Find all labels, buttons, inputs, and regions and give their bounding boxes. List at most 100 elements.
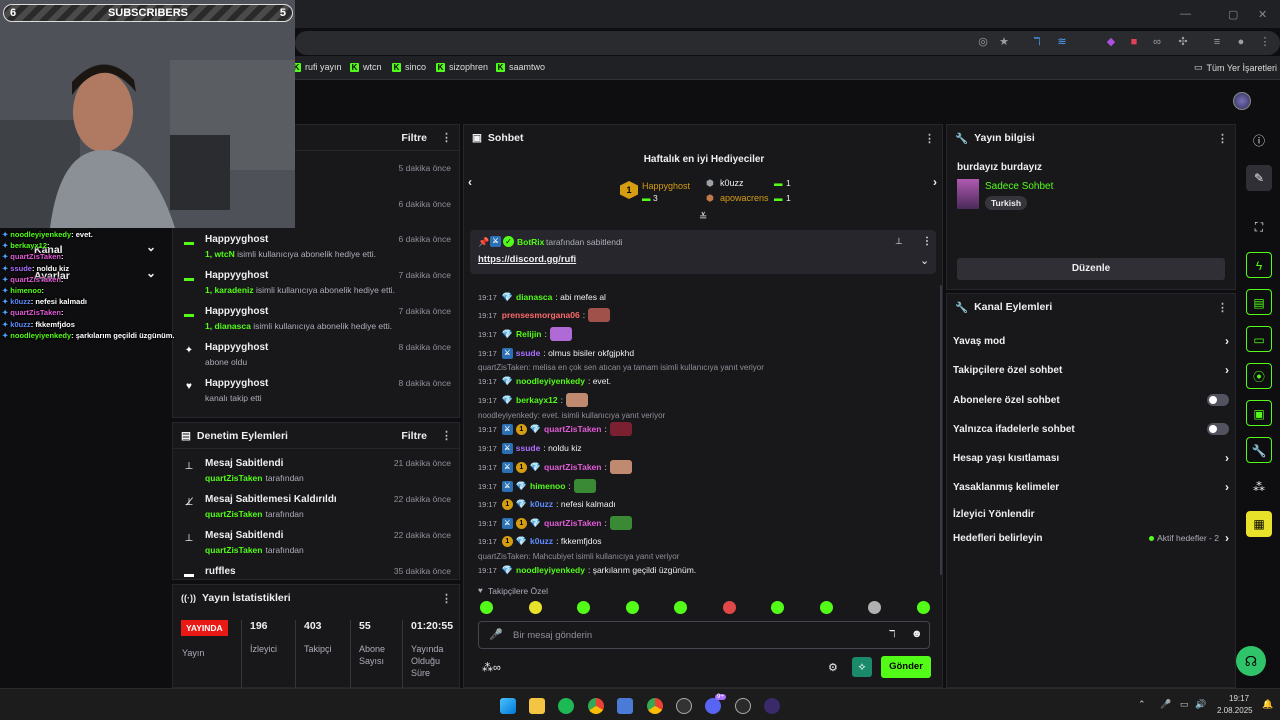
chevron-right-icon[interactable]: ›	[933, 175, 937, 189]
message-user[interactable]: k0uzz	[530, 499, 553, 509]
quick-emote[interactable]	[819, 601, 833, 614]
message-user[interactable]: ssude	[516, 443, 541, 453]
chevron-right-icon[interactable]: ›	[1225, 480, 1229, 494]
quick-emote[interactable]	[480, 601, 493, 614]
settings-gear-icon[interactable]: ⚙	[828, 661, 838, 674]
info-icon[interactable]: ⓘ	[1246, 128, 1272, 154]
lightning-icon[interactable]: ϟ	[1246, 252, 1272, 278]
document-icon[interactable]: ▤	[1246, 289, 1272, 315]
pinned-link[interactable]: https://discord.gg/rufi	[478, 254, 576, 265]
message-user[interactable]: noodleyiyenkedy	[516, 376, 585, 386]
stream-category[interactable]: Sadece Sohbet	[985, 181, 1053, 192]
chevron-left-icon[interactable]: ‹	[468, 175, 472, 189]
clock-time[interactable]: 19:17	[1229, 694, 1249, 703]
message-user[interactable]: himenoo	[530, 481, 565, 491]
obs-icon[interactable]	[676, 698, 692, 714]
clock-date[interactable]: 2.08.2025	[1217, 706, 1253, 715]
channel-action-item[interactable]: İzleyici Yönlendir	[953, 503, 1229, 525]
extension-glasses-icon[interactable]: ∞	[1150, 35, 1164, 49]
toggle-switch[interactable]	[1207, 423, 1229, 435]
extension-wave-icon[interactable]: ≋	[1055, 35, 1069, 49]
activity-user[interactable]: Happyyghost	[205, 306, 268, 317]
chevron-down-icon[interactable]: ⌄	[146, 266, 156, 280]
kebab-menu-icon[interactable]: ⋮	[924, 132, 935, 145]
mic-icon[interactable]: 🎤	[489, 628, 503, 641]
bookmark-item[interactable]: Krufi yayın	[292, 62, 342, 72]
notification-bell-icon[interactable]: 🔔	[1262, 699, 1273, 710]
pinned-by-user[interactable]: BotRix	[517, 237, 544, 247]
kebab-menu-icon[interactable]: ⋮	[441, 131, 452, 144]
user-avatar[interactable]	[1233, 92, 1251, 110]
browser-menu-icon[interactable]: ⋮	[1258, 35, 1272, 49]
file-explorer-icon[interactable]	[529, 698, 545, 714]
maximize-icon[interactable]: ▢	[1228, 8, 1238, 21]
chat-input[interactable]: 🎤 Bir mesaj gönderin ℸ ☻	[478, 621, 930, 649]
quick-emote[interactable]	[916, 601, 930, 614]
translate-icon[interactable]: ℸ	[889, 629, 895, 640]
message-user[interactable]: quartZisTaken	[544, 518, 601, 528]
pencil-icon[interactable]: ✎	[1246, 165, 1272, 191]
moderation-user[interactable]: quartZisTaken	[205, 545, 262, 555]
fullscreen-icon[interactable]: ⛶	[1246, 214, 1272, 240]
discord-icon[interactable]	[705, 698, 721, 714]
channel-action-item[interactable]: Yalnızca ifadelerle sohbet	[953, 418, 1229, 440]
moderation-user[interactable]: quartZisTaken	[205, 509, 262, 519]
bookmark-star-icon[interactable]: ★	[997, 35, 1011, 49]
channel-action-item[interactable]: Abonelere özel sohbet	[953, 389, 1229, 411]
emoji-icon[interactable]: ☻	[911, 628, 923, 640]
tray-chevron-icon[interactable]: ⌃	[1138, 699, 1146, 710]
chevron-right-icon[interactable]: ›	[1225, 531, 1229, 545]
all-bookmarks[interactable]: ▭ Tüm Yer İşaretleri	[1194, 62, 1277, 73]
message-user[interactable]: prensesmorgana06	[502, 310, 580, 320]
profile-avatar[interactable]: ●	[1234, 35, 1248, 49]
channel-action-item[interactable]: Yasaklanmış kelimeler ›	[953, 476, 1229, 498]
quick-emote[interactable]	[722, 601, 736, 614]
activity-user[interactable]: Happyyghost	[205, 342, 268, 353]
group-icon[interactable]: ⁂	[1246, 474, 1272, 500]
minimize-icon[interactable]: —	[1180, 8, 1191, 20]
activity-user[interactable]: Happyyghost	[205, 270, 268, 281]
bookmark-item[interactable]: Ksinco	[392, 62, 426, 72]
kebab-menu-icon[interactable]: ⋮	[441, 592, 452, 605]
channel-action-item[interactable]: Yavaş mod ›	[953, 330, 1229, 352]
chat-scrollbar[interactable]	[940, 285, 942, 575]
edit-button[interactable]: Düzenle	[957, 258, 1225, 280]
app-icon[interactable]	[764, 698, 780, 714]
message-user[interactable]: ssude	[516, 348, 541, 358]
chevron-down-icon[interactable]: ⌄	[920, 254, 929, 267]
layout-icon[interactable]: ▣	[1246, 400, 1272, 426]
gifter-name[interactable]: apowacrens	[720, 193, 769, 203]
gifter-name[interactable]: Happyghost	[642, 181, 690, 191]
message-user[interactable]: Relijin	[516, 329, 542, 339]
broadcast-icon[interactable]: ⦿	[1246, 363, 1272, 389]
kebab-menu-icon[interactable]: ⋮	[922, 236, 932, 247]
start-icon[interactable]	[500, 698, 516, 714]
moderation-filter-button[interactable]: Filtre	[401, 430, 427, 442]
clapper-icon[interactable]: ▦	[1246, 511, 1272, 537]
volume-icon[interactable]: 🔊	[1195, 699, 1206, 710]
kebab-menu-icon[interactable]: ⋮	[1217, 132, 1228, 145]
moderation-user[interactable]: quartZisTaken	[205, 473, 262, 483]
quick-emote[interactable]	[771, 601, 784, 614]
app-icon[interactable]	[735, 698, 751, 714]
send-button[interactable]: Gönder	[881, 656, 931, 678]
chrome-icon[interactable]	[647, 698, 663, 714]
extension-purple-icon[interactable]: ◆	[1104, 35, 1118, 49]
chevron-right-icon[interactable]: ›	[1225, 363, 1229, 377]
extensions-puzzle-icon[interactable]: ✣	[1176, 35, 1190, 49]
collapse-icon[interactable]: ≚	[699, 212, 707, 223]
close-icon[interactable]: ✕	[1258, 8, 1267, 21]
network-icon[interactable]: ▭	[1180, 699, 1189, 710]
chevron-right-icon[interactable]: ›	[1225, 334, 1229, 348]
message-user[interactable]: k0uzz	[530, 536, 553, 546]
chevron-down-icon[interactable]: ⌄	[146, 240, 156, 254]
message-user[interactable]: quartZisTaken	[544, 424, 601, 434]
category-thumbnail[interactable]	[957, 179, 979, 209]
chat-icon[interactable]: ▭	[1246, 326, 1272, 352]
kebab-menu-icon[interactable]: ⋮	[441, 429, 452, 442]
message-user[interactable]: noodleyiyenkedy	[516, 565, 585, 575]
eye-off-icon[interactable]: ◎	[976, 35, 990, 49]
activity-recipient[interactable]: 1, karadeniz	[205, 285, 254, 295]
spotify-icon[interactable]	[558, 698, 574, 714]
bookmark-item[interactable]: Kwtcn	[350, 62, 382, 72]
